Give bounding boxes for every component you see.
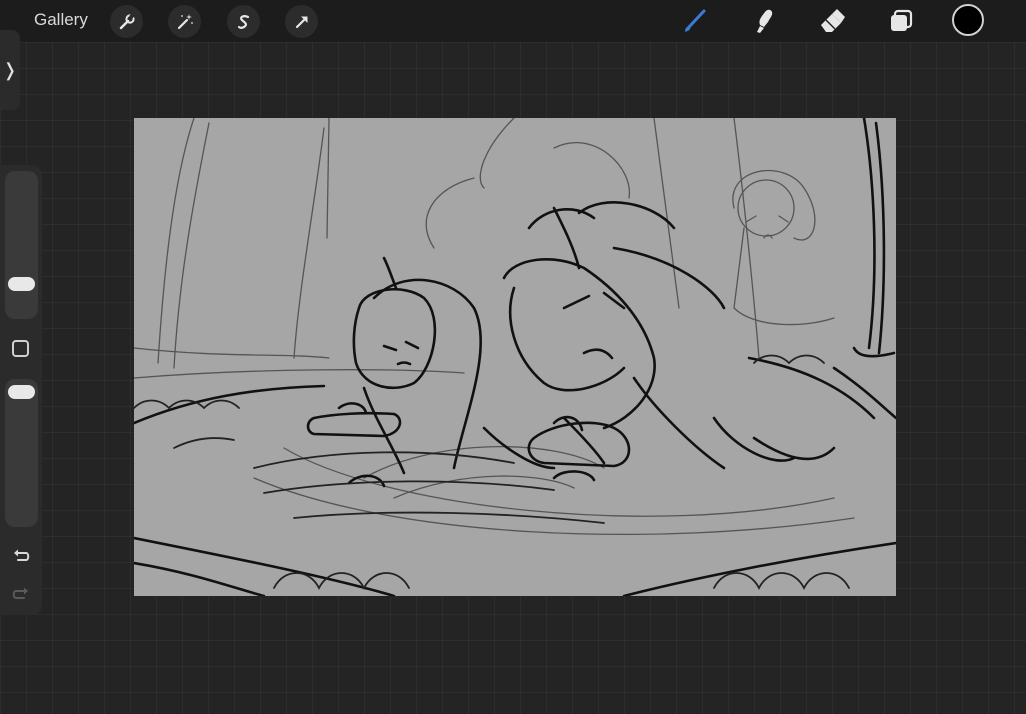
layers-icon (891, 9, 913, 31)
modify-button[interactable] (12, 340, 29, 357)
top-toolbar: Gallery (0, 0, 1026, 42)
actions-wrench-button[interactable] (110, 5, 143, 38)
opacity-slider[interactable] (5, 379, 38, 527)
color-swatch-button[interactable] (952, 4, 984, 36)
magic-wand-icon (177, 13, 193, 29)
procreate-app: Gallery ❭ (0, 0, 1026, 714)
eraser-tool-button[interactable] (815, 4, 849, 38)
smudge-icon (757, 9, 773, 33)
brush-tool-button[interactable] (678, 4, 712, 38)
redo-icon[interactable] (10, 583, 32, 605)
transform-arrow-icon (295, 16, 307, 28)
drawing-canvas[interactable] (134, 118, 896, 596)
wrench-icon (119, 12, 135, 29)
smudge-tool-button[interactable] (746, 4, 780, 38)
left-sidebar (0, 165, 42, 615)
sketch-drawing (134, 118, 896, 596)
opacity-thumb[interactable] (8, 385, 35, 399)
sidebar-toggle[interactable]: ❭ (0, 30, 20, 110)
chevron-right-icon: ❭ (2, 59, 18, 80)
undo-icon[interactable] (10, 545, 32, 567)
selection-button[interactable] (227, 5, 260, 38)
selection-icon (237, 14, 249, 29)
gallery-button[interactable]: Gallery (34, 10, 88, 30)
layers-button[interactable] (884, 4, 918, 38)
adjustments-button[interactable] (168, 5, 201, 38)
brush-size-thumb[interactable] (8, 277, 35, 291)
eraser-icon (821, 9, 845, 32)
transform-button[interactable] (285, 5, 318, 38)
brush-icon (685, 9, 706, 32)
brush-size-slider[interactable] (5, 171, 38, 319)
